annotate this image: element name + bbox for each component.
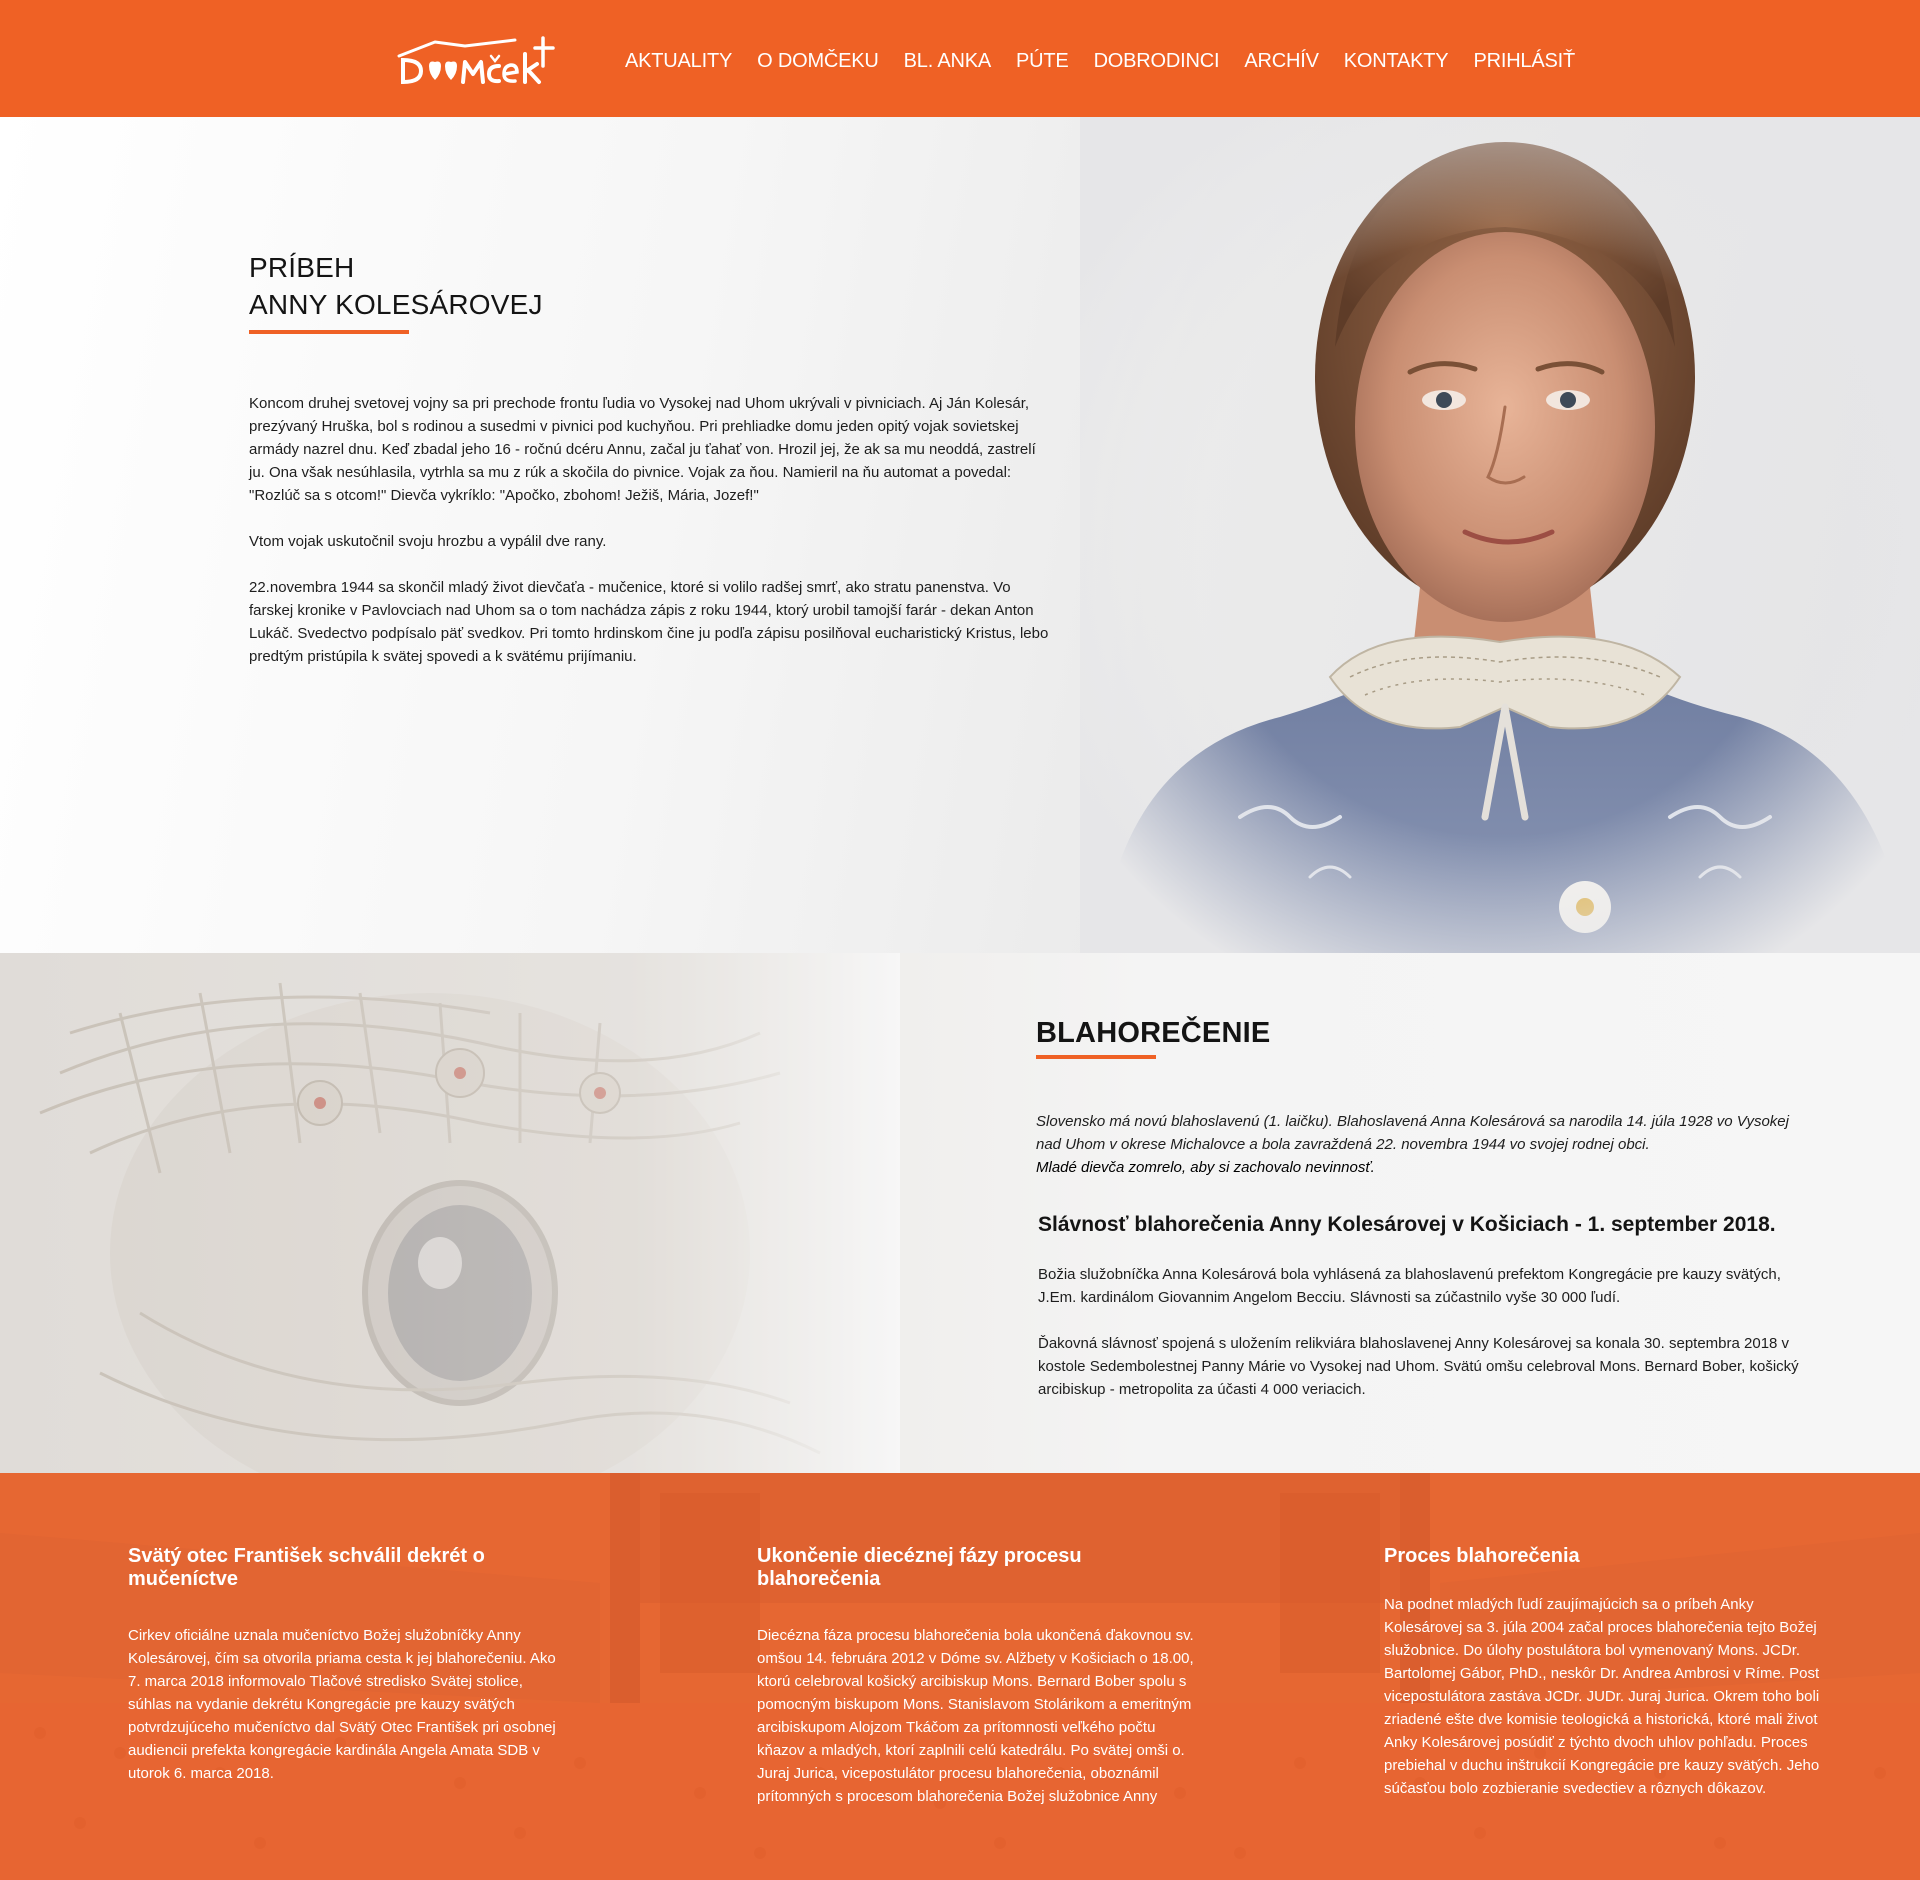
nav-dobrodinci[interactable]: DOBRODINCI bbox=[1094, 50, 1220, 73]
news-column-text: Na podnet mladých ľudí zaujímajúcich sa … bbox=[1384, 1596, 1820, 1797]
nav-o-domceku[interactable]: O DOMČEKU bbox=[757, 50, 879, 73]
beatification-title: BLAHOREČENIE bbox=[1036, 1017, 1271, 1049]
site-header: AKTUALITY O DOMČEKU BL. ANKA PÚTE DOBROD… bbox=[0, 0, 1920, 117]
beatification-paragraph: Ďakovná slávnosť spojená s uložením reli… bbox=[1038, 1335, 1799, 1398]
story-title: PRÍBEH ANNY KOLESÁROVEJ bbox=[249, 249, 769, 323]
news-column-text: Cirkev oficiálne uznala mučeníctvo Božej… bbox=[128, 1627, 556, 1782]
title-underline bbox=[1036, 1055, 1156, 1059]
news-column: Proces blahorečenia Na podnet mladých ľu… bbox=[1384, 1545, 1824, 1800]
domcek-logo[interactable] bbox=[395, 36, 555, 86]
story-text: Koncom druhej svetovej vojny sa pri prec… bbox=[249, 392, 1049, 691]
main-nav: AKTUALITY O DOMČEKU BL. ANKA PÚTE DOBROD… bbox=[625, 50, 1575, 73]
reliquary-image bbox=[0, 953, 900, 1473]
story-title-line1: PRÍBEH bbox=[249, 252, 355, 283]
beatification-subtitle: Slávnosť blahorečenia Anny Kolesárovej v… bbox=[1038, 1213, 1776, 1236]
news-column-title[interactable]: Proces blahorečenia bbox=[1384, 1545, 1824, 1568]
story-paragraph: 22.novembra 1944 sa skončil mladý život … bbox=[249, 579, 1049, 665]
story-paragraph: Koncom druhej svetovej vojny sa pri prec… bbox=[249, 395, 1036, 504]
news-column-text: Diecézna fáza procesu blahorečenia bola … bbox=[757, 1627, 1194, 1805]
story-title-line2: ANNY KOLESÁROVEJ bbox=[249, 289, 543, 320]
intro-last-line: Mladé dievča zomrelo, aby si zachovalo n… bbox=[1036, 1159, 1375, 1176]
beatification-section: BLAHOREČENIE Slovensko má novú blahoslav… bbox=[0, 953, 1920, 1473]
story-section: PRÍBEH ANNY KOLESÁROVEJ Koncom druhej sv… bbox=[0, 117, 1920, 953]
anna-portrait-image bbox=[1080, 117, 1920, 953]
nav-kontakty[interactable]: KONTAKTY bbox=[1344, 50, 1449, 73]
beatification-intro: Slovensko má novú blahoslavenú (1. laičk… bbox=[1036, 1110, 1796, 1179]
nav-pute[interactable]: PÚTE bbox=[1016, 50, 1069, 73]
news-columns-section: Svätý otec František schválil dekrét o m… bbox=[0, 1473, 1920, 1880]
nav-prihlasit[interactable]: PRIHLÁSIŤ bbox=[1473, 50, 1575, 73]
title-underline bbox=[249, 330, 409, 334]
news-column-title[interactable]: Ukončenie diecéznej fázy procesu blahore… bbox=[757, 1545, 1197, 1591]
news-column: Ukončenie diecéznej fázy procesu blahore… bbox=[757, 1545, 1197, 1808]
intro-text: Slovensko má novú blahoslavenú (1. laičk… bbox=[1036, 1113, 1789, 1153]
news-column-title[interactable]: Svätý otec František schválil dekrét o m… bbox=[128, 1545, 568, 1591]
news-column: Svätý otec František schválil dekrét o m… bbox=[128, 1545, 568, 1785]
nav-aktuality[interactable]: AKTUALITY bbox=[625, 50, 732, 73]
beatification-text: Božia služobníčka Anna Kolesárová bola v… bbox=[1038, 1263, 1818, 1424]
nav-bl-anka[interactable]: BL. ANKA bbox=[904, 50, 992, 73]
beatification-paragraph: Božia služobníčka Anna Kolesárová bola v… bbox=[1038, 1266, 1781, 1306]
nav-archiv[interactable]: ARCHÍV bbox=[1244, 50, 1319, 73]
story-paragraph: Vtom vojak uskutočnil svoju hrozbu a vyp… bbox=[249, 533, 607, 550]
